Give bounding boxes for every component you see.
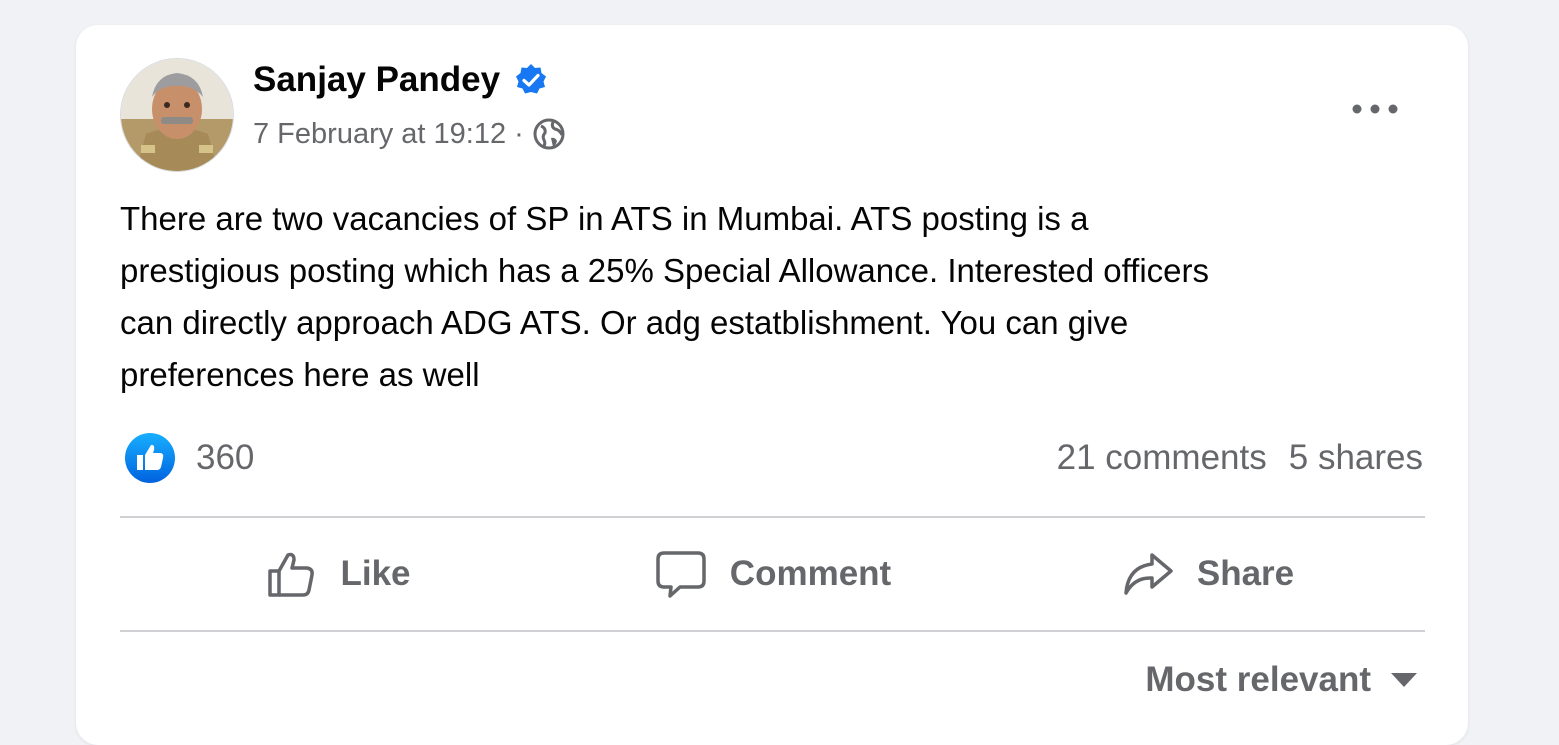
caret-down-icon [1391,673,1417,687]
author-name[interactable]: Sanjay Pandey [253,60,500,100]
divider-bottom [120,630,1425,632]
comments-sort-dropdown[interactable]: Most relevant [1145,660,1419,700]
reactions-summary[interactable]: 360 [124,432,254,484]
thumbs-up-icon [268,552,315,597]
shares-count[interactable]: 5 shares [1289,438,1423,478]
comment-button[interactable]: Comment [555,520,990,628]
avatar-image [121,59,233,171]
verified-badge-icon [516,64,547,94]
post-timestamp[interactable]: 7 February at 19:12 [253,118,506,151]
meta-separator: · [514,117,524,150]
avatar[interactable] [120,58,234,172]
comment-label: Comment [729,554,892,593]
divider-top [120,516,1425,518]
post-text: There are two vacancies of SP in ATS in … [120,200,1210,393]
like-reaction-icon [125,433,175,483]
engagement-counts: 21 comments 5 shares [1057,438,1423,478]
post-actions: Like Comment Share [120,520,1425,628]
globe-icon[interactable] [532,117,566,151]
post-author: Sanjay Pandey [253,60,548,100]
comments-count[interactable]: 21 comments [1057,438,1267,478]
like-label: Like [340,554,411,593]
sort-label: Most relevant [1145,660,1371,699]
share-arrow-icon [1124,553,1173,595]
reaction-count[interactable]: 360 [196,438,254,478]
more-options-icon[interactable] [1348,92,1402,126]
share-button[interactable]: Share [990,520,1425,628]
like-button[interactable]: Like [120,520,555,628]
share-label: Share [1196,554,1295,593]
comment-icon [656,551,706,598]
post-meta: 7 February at 19:12 · [253,117,566,151]
